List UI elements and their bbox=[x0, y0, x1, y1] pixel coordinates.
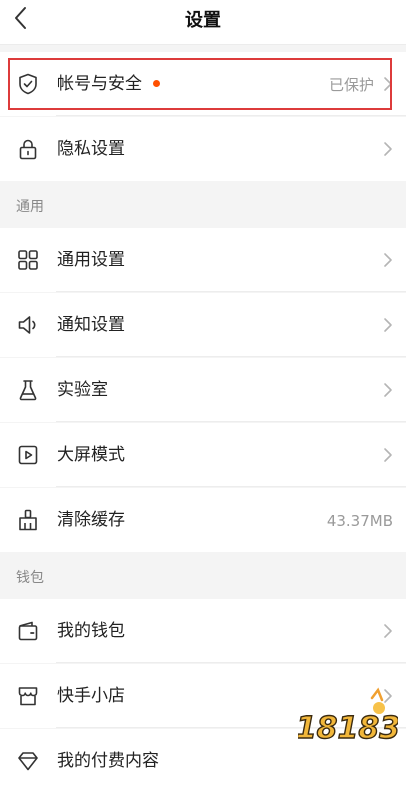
lock-icon bbox=[16, 137, 40, 161]
grid-icon bbox=[16, 248, 40, 272]
chevron-right-icon bbox=[383, 623, 393, 639]
chevron-right-icon bbox=[383, 317, 393, 333]
settings-item-label: 帐号与安全 bbox=[57, 74, 142, 94]
flask-icon bbox=[16, 378, 40, 402]
page-title: 设置 bbox=[185, 10, 221, 31]
settings-item-label: 通用设置 bbox=[57, 250, 125, 270]
chevron-right-icon bbox=[383, 76, 393, 92]
settings-item-paid-content[interactable]: 我的付费内容 bbox=[0, 729, 406, 793]
cache-size-value: 43.37MB bbox=[326, 512, 393, 530]
speaker-icon bbox=[16, 313, 40, 337]
wallet-icon bbox=[16, 619, 40, 643]
settings-item-label: 大屏模式 bbox=[57, 445, 125, 465]
account-status-value: 已保护 bbox=[328, 76, 374, 94]
settings-item-clear-cache[interactable]: 清除缓存 43.37MB bbox=[0, 488, 406, 552]
chevron-right-icon bbox=[383, 447, 393, 463]
divider bbox=[56, 421, 406, 422]
settings-item-label: 通知设置 bbox=[57, 315, 125, 335]
settings-item-label: 清除缓存 bbox=[57, 510, 125, 530]
divider bbox=[56, 356, 406, 357]
broom-icon bbox=[16, 508, 40, 532]
shield-icon bbox=[16, 72, 40, 96]
settings-item-label: 实验室 bbox=[57, 380, 108, 400]
divider bbox=[56, 727, 406, 728]
chevron-right-icon bbox=[383, 688, 393, 704]
chevron-right-icon bbox=[383, 141, 393, 157]
play-screen-icon bbox=[16, 443, 40, 467]
store-icon bbox=[16, 684, 40, 708]
section-title: 通用 bbox=[16, 199, 44, 215]
settings-item-label: 快手小店 bbox=[57, 686, 125, 706]
divider bbox=[56, 115, 406, 116]
divider bbox=[56, 291, 406, 292]
settings-item-my-wallet[interactable]: 我的钱包 bbox=[0, 599, 406, 663]
settings-item-label: 我的付费内容 bbox=[57, 751, 159, 771]
divider bbox=[56, 486, 406, 487]
chevron-right-icon bbox=[383, 252, 393, 268]
divider bbox=[56, 662, 406, 663]
settings-item-privacy[interactable]: 隐私设置 bbox=[0, 117, 406, 181]
settings-item-general[interactable]: 通用设置 bbox=[0, 228, 406, 292]
section-header-general: 通用 bbox=[0, 182, 406, 227]
settings-item-notifications[interactable]: 通知设置 bbox=[0, 293, 406, 357]
chevron-right-icon bbox=[383, 382, 393, 398]
settings-item-shop[interactable]: 快手小店 bbox=[0, 664, 406, 728]
section-header-wallet: 钱包 bbox=[0, 553, 406, 598]
diamond-icon bbox=[16, 749, 40, 773]
settings-item-account-security[interactable]: 帐号与安全 已保护 bbox=[0, 52, 406, 116]
settings-item-lab[interactable]: 实验室 bbox=[0, 358, 406, 422]
nav-bar: 设置 bbox=[0, 0, 406, 45]
settings-item-label: 我的钱包 bbox=[57, 621, 125, 641]
section-title: 钱包 bbox=[16, 570, 44, 586]
settings-item-label: 隐私设置 bbox=[57, 139, 125, 159]
new-badge-dot bbox=[153, 80, 160, 87]
settings-item-big-screen-mode[interactable]: 大屏模式 bbox=[0, 423, 406, 487]
